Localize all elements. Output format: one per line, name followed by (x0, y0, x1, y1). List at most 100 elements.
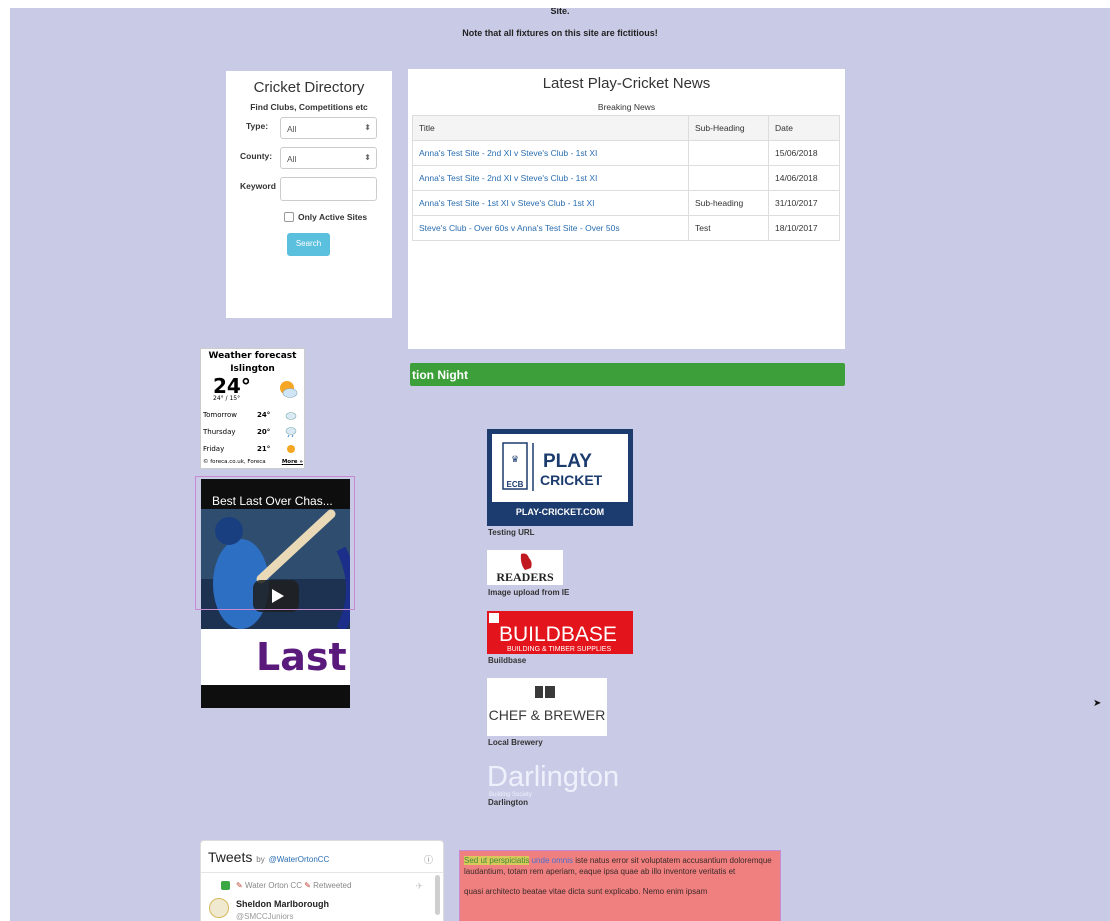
weather-source: © foreca.co.uk, Foreca (203, 459, 266, 465)
svg-text:BUILDING & TIMBER SUPPLIES: BUILDING & TIMBER SUPPLIES (507, 646, 611, 653)
forecast-day: Thursday (203, 428, 236, 436)
fixtures-notice: Note that all fixtures on this site are … (462, 28, 658, 38)
svg-text:ECB: ECB (507, 480, 524, 489)
lorem-text-block: Sed ut perspiciatis unde omnis iste natu… (459, 850, 781, 921)
table-row: Steve's Club - Over 60s v Anna's Test Si… (412, 215, 840, 241)
sun-cloud-icon (280, 381, 298, 398)
svg-text:Darlington: Darlington (487, 761, 619, 793)
forecast-temp: 24° (257, 411, 271, 419)
event-banner[interactable]: tion Night (410, 363, 845, 386)
svg-text:CHEF & BREWER: CHEF & BREWER (489, 707, 606, 723)
news-link[interactable]: Anna's Test Site - 1st XI v Steve's Club… (412, 190, 689, 216)
news-subheading (688, 165, 769, 191)
weather-widget[interactable]: Weather forecast Islington 24° 24° / 15°… (200, 348, 305, 469)
page: Site. Note that all fixtures on this sit… (10, 8, 1110, 921)
county-label: County: (240, 151, 273, 161)
avatar[interactable] (209, 898, 229, 918)
only-active-checkbox[interactable] (284, 212, 294, 222)
tweets-title: Tweets by @WaterOrtonCC (208, 849, 329, 865)
sun-icon (287, 445, 295, 453)
table-row: Anna's Test Site - 1st XI v Steve's Club… (412, 190, 840, 216)
news-date: 14/06/2018 (768, 165, 840, 191)
select-arrows-icon: ⬍ (364, 153, 371, 162)
news-title: Latest Play-Cricket News (542, 75, 711, 92)
twitter-icon[interactable]: ✈ (415, 881, 423, 892)
retweet-user[interactable]: Water Orton CC (245, 881, 302, 890)
retweet-icon (221, 881, 230, 890)
forecast-day: Friday (203, 445, 225, 453)
sponsor-caption: Darlington (488, 798, 528, 807)
news-panel: Latest Play-Cricket News Breaking News T… (408, 69, 845, 349)
county-select[interactable]: All ⬍ (280, 147, 377, 169)
table-row: Anna's Test Site - 2nd XI v Steve's Club… (412, 165, 840, 191)
bird-icon: ✎ (236, 881, 243, 890)
chef-brewer-logo[interactable]: CHEF & BREWER (487, 678, 607, 736)
news-link[interactable]: Anna's Test Site - 2nd XI v Steve's Club… (412, 165, 689, 191)
svg-text:READERS: READERS (496, 570, 554, 584)
tweets-handle[interactable]: @WaterOrtonCC (269, 855, 330, 864)
forecast-temp: 20° (257, 428, 271, 436)
only-active-label: Only Active Sites (298, 212, 368, 222)
col-date[interactable]: Date (768, 115, 840, 141)
news-table: Title Sub-Heading Date Anna's Test Site … (412, 115, 840, 241)
play-cricket-logo[interactable]: ♛ ECB PLAY CRICKET PLAY-CRICKET.COM (487, 429, 633, 526)
svg-text:PLAY-CRICKET.COM: PLAY-CRICKET.COM (516, 507, 604, 517)
forecast-day: Tomorrow (203, 411, 237, 419)
svg-text:♛: ♛ (511, 455, 519, 465)
bird-icon: ✎ (304, 881, 311, 890)
sponsor-caption: Testing URL (488, 528, 535, 537)
buildbase-logo[interactable]: BUILDBASE BUILDING & TIMBER SUPPLIES (487, 611, 633, 654)
weather-more-link[interactable]: More » (282, 459, 303, 465)
retweeted-label: Retweeted (313, 881, 352, 890)
tweets-widget[interactable]: Tweets by @WaterOrtonCC ⓘ ✎ Water Orton … (200, 840, 444, 921)
news-subheading: Test (688, 215, 769, 241)
news-subheading: Sub-heading (688, 190, 769, 216)
news-link[interactable]: Steve's Club - Over 60s v Anna's Test Si… (412, 215, 689, 241)
type-select-value: All (287, 124, 297, 134)
svg-text:PLAY: PLAY (543, 451, 592, 472)
news-link[interactable]: Anna's Test Site - 2nd XI v Steve's Club… (412, 140, 689, 166)
col-subheading[interactable]: Sub-Heading (688, 115, 769, 141)
video-overlay-text: Last (256, 635, 347, 679)
table-row: Anna's Test Site - 2nd XI v Steve's Club… (412, 140, 840, 166)
type-select[interactable]: All ⬍ (280, 117, 377, 139)
divider (201, 872, 443, 873)
col-title[interactable]: Title (412, 115, 689, 141)
keyword-label: Keyword (240, 181, 276, 191)
tweet-author-handle[interactable]: @SMCCJuniors (236, 912, 293, 921)
news-subheading (688, 140, 769, 166)
cursor-icon: ➤ (1093, 698, 1102, 709)
weather-heading: Weather forecast (208, 351, 297, 361)
lorem-highlight-1: Sed ut perspiciatis (464, 856, 530, 865)
info-icon[interactable]: ⓘ (424, 853, 433, 866)
tweets-scrollbar[interactable] (435, 875, 440, 915)
cricket-directory-panel: Cricket Directory Find Clubs, Competitio… (226, 71, 392, 318)
news-table-header: Title Sub-Heading Date (412, 115, 840, 141)
site-line: Site. (550, 8, 570, 16)
directory-title: Cricket Directory (253, 79, 365, 96)
tweet-author-name[interactable]: Sheldon Marlborough (236, 899, 329, 909)
county-select-value: All (287, 154, 297, 164)
sponsor-caption: Buildbase (488, 656, 527, 665)
readers-logo[interactable]: READERS (487, 550, 563, 585)
news-date: 15/06/2018 (768, 140, 840, 166)
retweet-line: ✎ Water Orton CC ✎ Retweeted (236, 881, 351, 890)
sponsor-caption: Local Brewery (488, 738, 543, 747)
weather-range: 24° / 15° (213, 395, 241, 402)
video-outline (195, 476, 355, 610)
svg-text:BUILDBASE: BUILDBASE (499, 623, 617, 646)
news-subtitle: Breaking News (597, 102, 656, 112)
darlington-logo[interactable]: Darlington Building Society (487, 758, 637, 800)
news-date: 31/10/2017 (768, 190, 840, 216)
weather-footer: © foreca.co.uk, Foreca More » (203, 459, 303, 465)
rain-cloud-icon (285, 427, 297, 438)
keyword-input[interactable] (280, 177, 377, 201)
lorem-line-2: quasi architecto beatae vitae dicta sunt… (464, 887, 708, 896)
type-label: Type: (246, 121, 269, 131)
directory-subtitle: Find Clubs, Competitions etc (250, 102, 368, 112)
tweets-by: by (256, 855, 265, 864)
tweets-heading: Tweets (208, 849, 253, 865)
search-button[interactable]: Search (287, 233, 330, 256)
sponsor-caption: Image upload from IE (488, 588, 570, 597)
